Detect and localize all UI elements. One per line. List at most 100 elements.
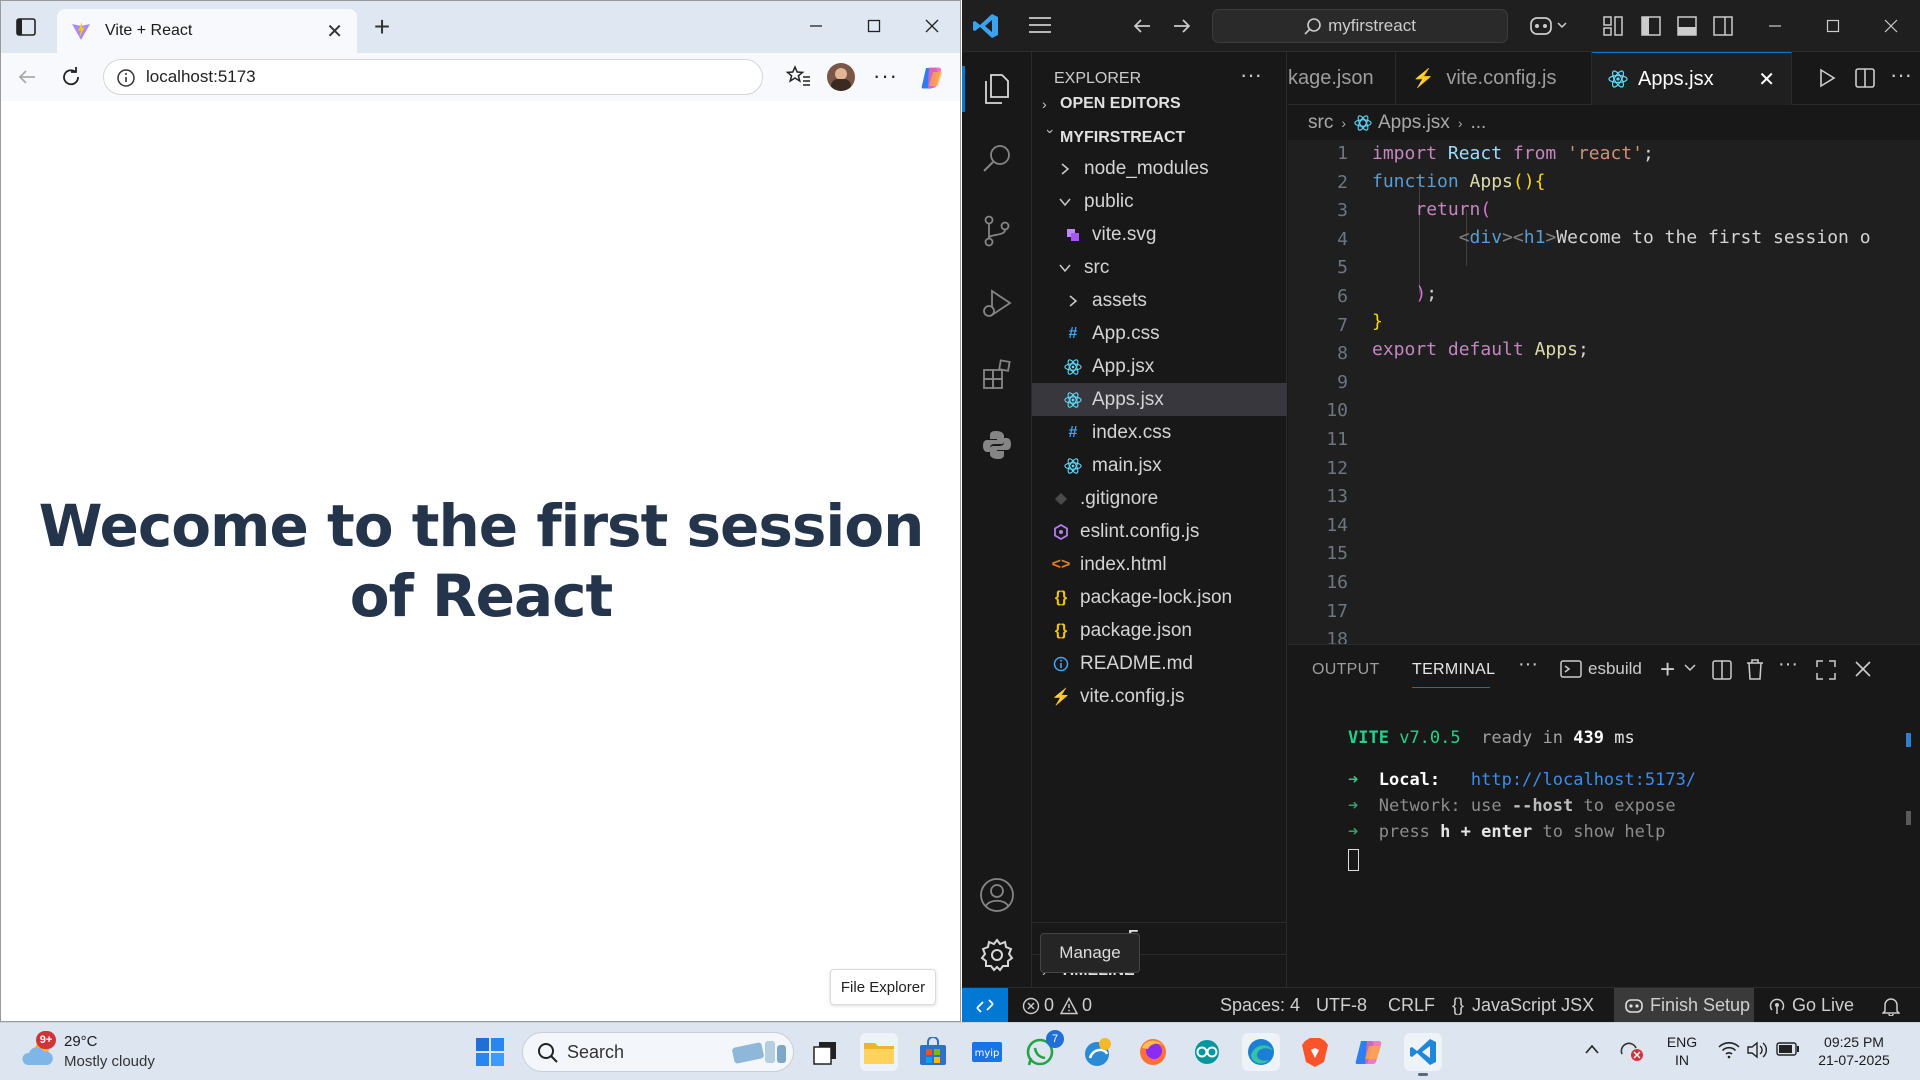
firefox-icon[interactable] (1134, 1033, 1172, 1071)
breadcrumb-more[interactable]: ... (1470, 112, 1486, 134)
terminal-selector[interactable]: esbuild (1560, 659, 1642, 679)
tree-item[interactable]: assets (1032, 284, 1287, 317)
tree-item[interactable]: public (1032, 185, 1287, 218)
mytp-app-icon[interactable]: myip (968, 1033, 1006, 1071)
tab-actions-icon[interactable] (15, 16, 37, 38)
clock[interactable]: 09:25 PM 21-07-2025 (1812, 1033, 1896, 1069)
brave-icon[interactable] (1296, 1033, 1334, 1071)
whatsapp-icon[interactable]: 7 (1022, 1030, 1064, 1071)
toggle-secondary-sidebar-icon[interactable] (1712, 15, 1734, 37)
tree-item[interactable]: App.jsx (1032, 350, 1287, 383)
task-view-icon[interactable] (806, 1033, 844, 1071)
tree-item[interactable]: # App.css (1032, 317, 1287, 350)
tree-item[interactable]: src (1032, 251, 1287, 284)
favorites-icon[interactable] (785, 64, 811, 88)
volume-icon[interactable] (1746, 1041, 1768, 1059)
back-icon[interactable] (15, 65, 39, 89)
tab-vite-config[interactable]: ⚡ vite.config.js (1396, 52, 1592, 105)
refresh-icon[interactable] (59, 65, 83, 89)
code-editor[interactable]: 1 2 3 4 5 6 7 8 9 10 11 12 13 14 15 16 17 18 import React… (1288, 140, 1920, 644)
nav-back-icon[interactable] (1130, 14, 1154, 38)
maximize-panel-icon[interactable] (1816, 660, 1836, 680)
explorer-icon[interactable] (974, 66, 1020, 112)
split-editor-icon[interactable] (1854, 67, 1876, 89)
toggle-sidebar-icon[interactable] (1640, 15, 1662, 37)
editor-more-icon[interactable]: ··· (1890, 62, 1912, 88)
notifications-bell-icon[interactable] (1882, 988, 1900, 1023)
tree-item[interactable]: # index.css (1032, 416, 1287, 449)
close-tab-icon[interactable]: ✕ (1758, 67, 1775, 92)
open-editors-section[interactable]: › OPEN EDITORS (1042, 91, 1181, 117)
tree-item[interactable]: README.md (1032, 647, 1287, 680)
taskbar-search[interactable]: Search (522, 1032, 794, 1072)
extensions-icon[interactable] (974, 352, 1020, 398)
copilot-icon[interactable] (919, 65, 945, 91)
copilot-icon[interactable] (1528, 13, 1570, 39)
tree-item[interactable]: {} package-lock.json (1032, 581, 1287, 614)
arduino-icon[interactable] (1188, 1033, 1226, 1071)
tree-item[interactable]: ⚡ vite.config.js (1032, 680, 1287, 713)
run-debug-icon[interactable] (974, 280, 1020, 326)
tab-terminal[interactable]: TERMINAL (1412, 661, 1495, 679)
microsoft-store-icon[interactable] (914, 1033, 952, 1071)
indentation-status[interactable]: Spaces: 4 (1220, 988, 1300, 1023)
terminal-more-icon[interactable]: ··· (1778, 653, 1798, 676)
command-center-search[interactable]: myfirstreact (1212, 9, 1508, 43)
copilot-taskbar-icon[interactable] (1350, 1033, 1388, 1071)
tree-item[interactable]: {} package.json (1032, 614, 1287, 647)
nav-forward-icon[interactable] (1170, 14, 1194, 38)
edge-icon[interactable] (1242, 1033, 1280, 1071)
panel-more-icon[interactable]: ··· (1518, 653, 1538, 676)
vpn-status-icon[interactable] (1620, 1040, 1644, 1062)
finish-setup-button[interactable]: Finish Setup (1614, 988, 1754, 1023)
profile-avatar[interactable] (827, 63, 855, 91)
edge-dev-icon[interactable] (1078, 1033, 1116, 1071)
customize-layout-icon[interactable] (1602, 15, 1624, 37)
chevron-down-icon[interactable] (1684, 663, 1696, 673)
run-icon[interactable] (1816, 67, 1838, 89)
close-window-icon[interactable] (915, 11, 949, 41)
tree-item[interactable]: eslint.config.js (1032, 515, 1287, 548)
remote-indicator-icon[interactable] (962, 988, 1008, 1023)
go-live-button[interactable]: Go Live (1768, 988, 1854, 1023)
source-control-icon[interactable] (974, 208, 1020, 254)
show-hidden-icons-chevron[interactable] (1584, 1043, 1600, 1055)
menu-icon[interactable] (1028, 14, 1052, 36)
new-terminal-icon[interactable]: + (1660, 654, 1675, 685)
new-tab-icon[interactable]: + (367, 13, 397, 43)
input-language[interactable]: ENG IN (1664, 1033, 1700, 1069)
problems-indicator[interactable]: 0 0 (1022, 988, 1092, 1023)
toggle-panel-icon[interactable] (1676, 15, 1698, 37)
project-section[interactable]: › MYFIRSTREACT (1042, 125, 1185, 151)
battery-icon[interactable] (1776, 1042, 1800, 1056)
tab-apps-jsx[interactable]: Apps.jsx ✕ (1592, 52, 1792, 105)
vscode-minimize-icon[interactable] (1758, 11, 1792, 41)
python-icon[interactable] (974, 422, 1020, 468)
tree-item[interactable]: .gitignore (1032, 482, 1287, 515)
tree-item[interactable]: node_modules (1032, 152, 1287, 185)
close-tab-icon[interactable]: ✕ (326, 19, 343, 44)
explorer-more-icon[interactable]: ··· (1240, 62, 1262, 88)
minimize-icon[interactable] (799, 11, 833, 41)
eol-status[interactable]: CRLF (1388, 988, 1435, 1023)
tree-item[interactable]: Apps.jsx (1032, 383, 1287, 416)
browser-tab[interactable]: Vite + React ✕ (57, 9, 357, 53)
weather-widget[interactable]: 9+ 29°C Mostly cloudy (18, 1029, 178, 1075)
start-windows-icon[interactable] (471, 1033, 509, 1071)
wifi-icon[interactable] (1718, 1041, 1740, 1059)
vscode-close-icon[interactable] (1874, 11, 1908, 41)
split-terminal-icon[interactable] (1712, 660, 1732, 680)
manage-gear-icon[interactable] (974, 932, 1020, 978)
tree-item[interactable]: main.jsx (1032, 449, 1287, 482)
trash-icon[interactable] (1746, 659, 1764, 681)
tree-item[interactable]: <> index.html (1032, 548, 1287, 581)
address-bar[interactable]: localhost:5173 (103, 59, 763, 95)
encoding-status[interactable]: UTF-8 (1316, 988, 1367, 1023)
close-panel-icon[interactable] (1854, 660, 1872, 678)
more-icon[interactable]: ··· (873, 63, 898, 89)
maximize-icon[interactable] (857, 11, 891, 41)
tab-package-json[interactable]: kage.json (1288, 52, 1396, 105)
vscode-taskbar-icon[interactable] (1404, 1033, 1442, 1076)
tree-item[interactable]: vite.svg (1032, 218, 1287, 251)
file-explorer-icon[interactable] (860, 1033, 898, 1071)
